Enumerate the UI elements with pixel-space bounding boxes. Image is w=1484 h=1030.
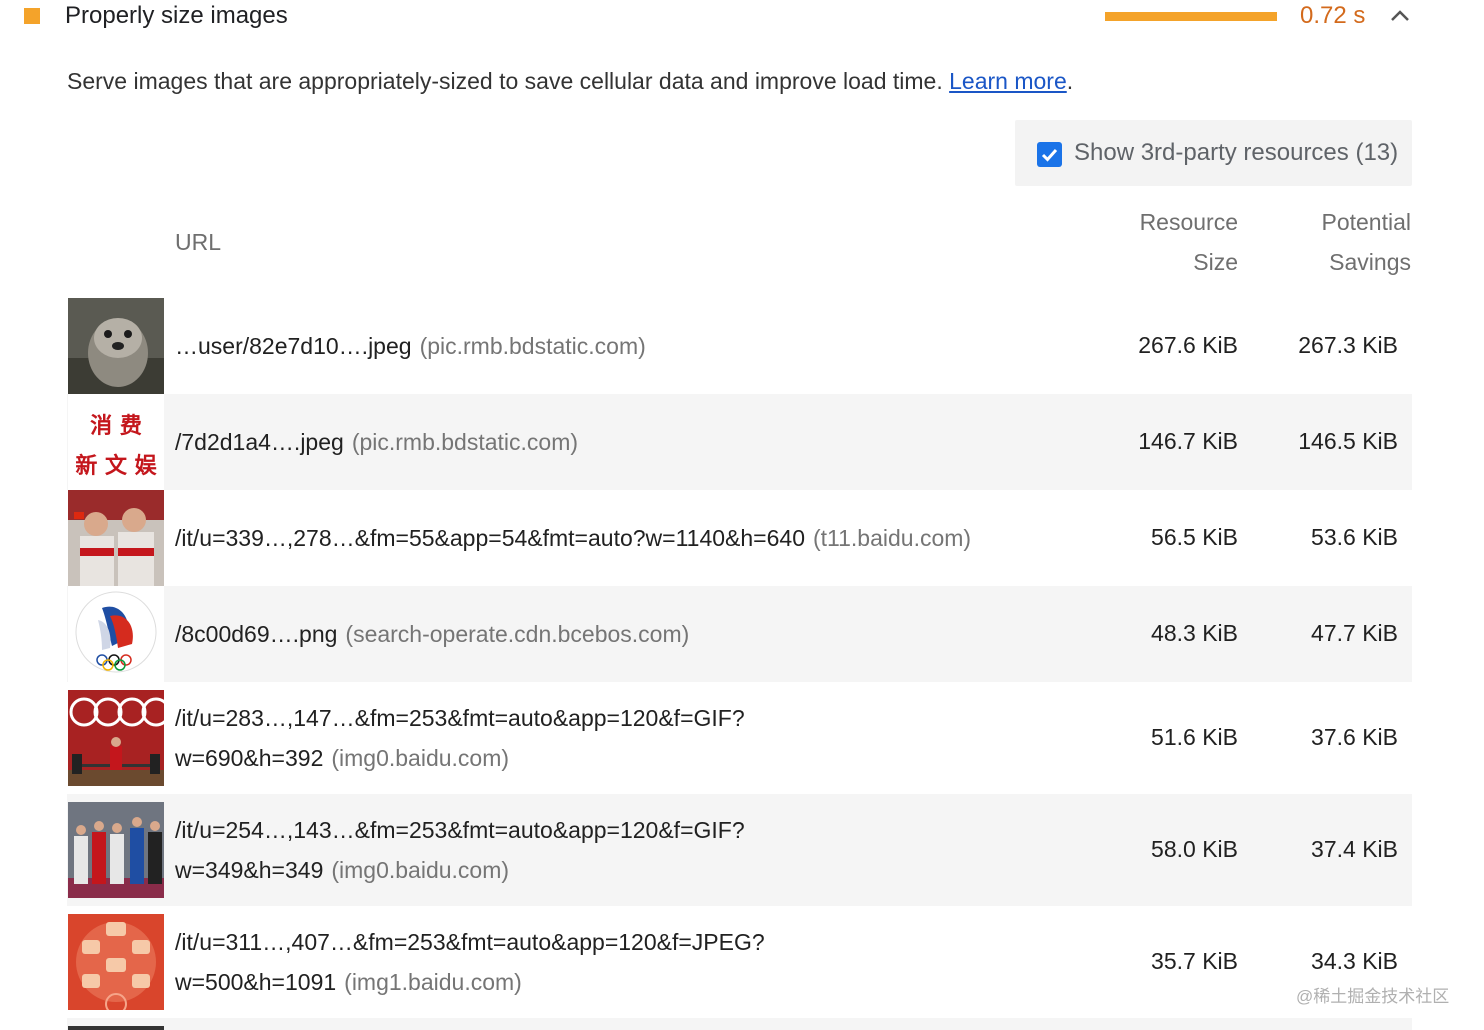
weightlifting-thumbnail — [68, 690, 164, 786]
audit-description: Serve images that are appropriately-size… — [67, 68, 1073, 95]
table-row[interactable]: 消 费 新 文 娱 /7d2d1a4….jpeg (pic.rmb.bdstati… — [67, 394, 1412, 490]
potential-savings-value: 37.4 KiB — [1311, 836, 1398, 862]
otter-thumbnail — [68, 298, 164, 394]
url-origin: (search-operate.cdn.bcebos.com) — [345, 621, 690, 647]
column-header-url: URL — [175, 229, 222, 255]
resource-size-value: 35.7 KiB — [1151, 948, 1238, 974]
potential-savings-value: 34.3 KiB — [1311, 948, 1398, 974]
potential-savings-value: 47.7 KiB — [1311, 620, 1398, 646]
potential-savings-value: 53.6 KiB — [1311, 524, 1398, 550]
url-cell: /7d2d1a4….jpeg (pic.rmb.bdstatic.com) — [175, 422, 578, 462]
url-origin: (pic.rmb.bdstatic.com) — [419, 333, 646, 359]
table-row[interactable]: /it/u=254…,143…&fm=253&fmt=auto&app=120&… — [67, 794, 1412, 906]
url-text: /it/u=254…,143…&fm=253&fmt=auto&app=120&… — [175, 817, 745, 843]
url-cell: /it/u=311…,407…&fm=253&fmt=auto&app=120&… — [175, 922, 765, 1002]
chinese-text-thumbnail: 消 费 新 文 娱 — [68, 394, 164, 490]
url-text: …user/82e7d10….jpeg — [175, 333, 412, 359]
warning-square-icon — [24, 8, 40, 24]
table-row[interactable]: …user/82e7d10….jpeg (pic.rmb.bdstatic.com… — [67, 298, 1412, 394]
url-cell: …user/82e7d10….jpeg (pic.rmb.bdstatic.com… — [175, 326, 646, 366]
chevron-up-icon[interactable] — [1388, 6, 1412, 26]
olympic-committee-logo-thumbnail — [68, 586, 164, 682]
url-cell: /it/u=283…,147…&fm=253&fmt=auto&app=120&… — [175, 698, 745, 778]
url-origin: (img0.baidu.com) — [331, 745, 510, 771]
column-header-potential-savings: Potential Savings — [1270, 202, 1411, 282]
url-cell: /it/u=254…,143…&fm=253&fmt=auto&app=120&… — [175, 810, 745, 890]
thumb-text-top: 消 费 — [90, 413, 142, 439]
url-text: /7d2d1a4….jpeg — [175, 429, 344, 455]
thumb-text-bottom: 新 文 娱 — [75, 453, 157, 479]
red-poster-thumbnail — [68, 914, 164, 1010]
potential-savings-value: 146.5 KiB — [1298, 428, 1398, 454]
resource-size-value: 51.6 KiB — [1151, 724, 1238, 750]
table-row[interactable]: /8c00d69….png (search-operate.cdn.bcebos.… — [67, 586, 1412, 682]
url-cell: /it/u=339…,278…&fm=55&app=54&fmt=auto?w=… — [175, 518, 971, 558]
url-text: /it/u=339…,278…&fm=55&app=54&fmt=auto?w=… — [175, 525, 805, 551]
third-party-filter: Show 3rd-party resources (13) — [1015, 120, 1412, 186]
url-origin: (img0.baidu.com) — [331, 857, 510, 883]
potential-savings-line2: Savings — [1329, 249, 1411, 275]
table-row-partial — [67, 1018, 1412, 1030]
third-party-label: Show 3rd-party resources (13) — [1074, 139, 1399, 166]
resource-size-line1: Resource — [1139, 209, 1238, 235]
learn-more-link[interactable]: Learn more — [949, 68, 1067, 94]
savings-bar — [1105, 12, 1277, 21]
watermark: @稀土掘金技术社区 — [1296, 987, 1450, 1006]
checkmark-icon — [1041, 148, 1058, 162]
url-text: /it/u=283…,147…&fm=253&fmt=auto&app=120&… — [175, 705, 745, 731]
url-origin: (img1.baidu.com) — [344, 969, 522, 995]
resource-size-value: 267.6 KiB — [1138, 332, 1238, 358]
badminton-thumbnail — [68, 490, 164, 586]
url-cell: /8c00d69….png (search-operate.cdn.bcebos.… — [175, 614, 689, 654]
potential-savings-value: 37.6 KiB — [1311, 724, 1398, 750]
third-party-checkbox[interactable] — [1037, 142, 1062, 167]
resource-size-value: 48.3 KiB — [1151, 620, 1238, 646]
resource-size-line2: Size — [1193, 249, 1238, 275]
resource-size-value: 146.7 KiB — [1138, 428, 1238, 454]
audit-header[interactable]: Properly size images 0.72 s — [0, 0, 1484, 34]
table-row[interactable]: /it/u=339…,278…&fm=55&app=54&fmt=auto?w=… — [67, 490, 1412, 586]
column-header-resource-size: Resource Size — [1100, 202, 1238, 282]
url-origin: (t11.baidu.com) — [812, 525, 972, 551]
resource-size-value: 56.5 KiB — [1151, 524, 1238, 550]
potential-savings-line1: Potential — [1321, 209, 1411, 235]
description-period: . — [1066, 68, 1074, 94]
audit-value: 0.72 s — [1300, 2, 1366, 29]
url-text-continued: w=349&h=349 — [175, 857, 324, 883]
table-row[interactable]: /it/u=283…,147…&fm=253&fmt=auto&app=120&… — [67, 682, 1412, 794]
podium-thumbnail — [68, 802, 164, 898]
resource-size-value: 58.0 KiB — [1151, 836, 1238, 862]
description-text: Serve images that are appropriately-size… — [67, 68, 943, 94]
audit-title: Properly size images — [65, 2, 288, 29]
url-text: /8c00d69….png — [175, 621, 338, 647]
table-row[interactable]: /it/u=311…,407…&fm=253&fmt=auto&app=120&… — [67, 906, 1412, 1018]
url-text: /it/u=311…,407…&fm=253&fmt=auto&app=120&… — [175, 929, 765, 955]
partial-thumbnail — [68, 1026, 164, 1030]
url-text-continued: w=690&h=392 — [175, 745, 324, 771]
potential-savings-value: 267.3 KiB — [1298, 332, 1398, 358]
url-text-continued: w=500&h=1091 — [175, 969, 337, 995]
url-origin: (pic.rmb.bdstatic.com) — [351, 429, 579, 455]
